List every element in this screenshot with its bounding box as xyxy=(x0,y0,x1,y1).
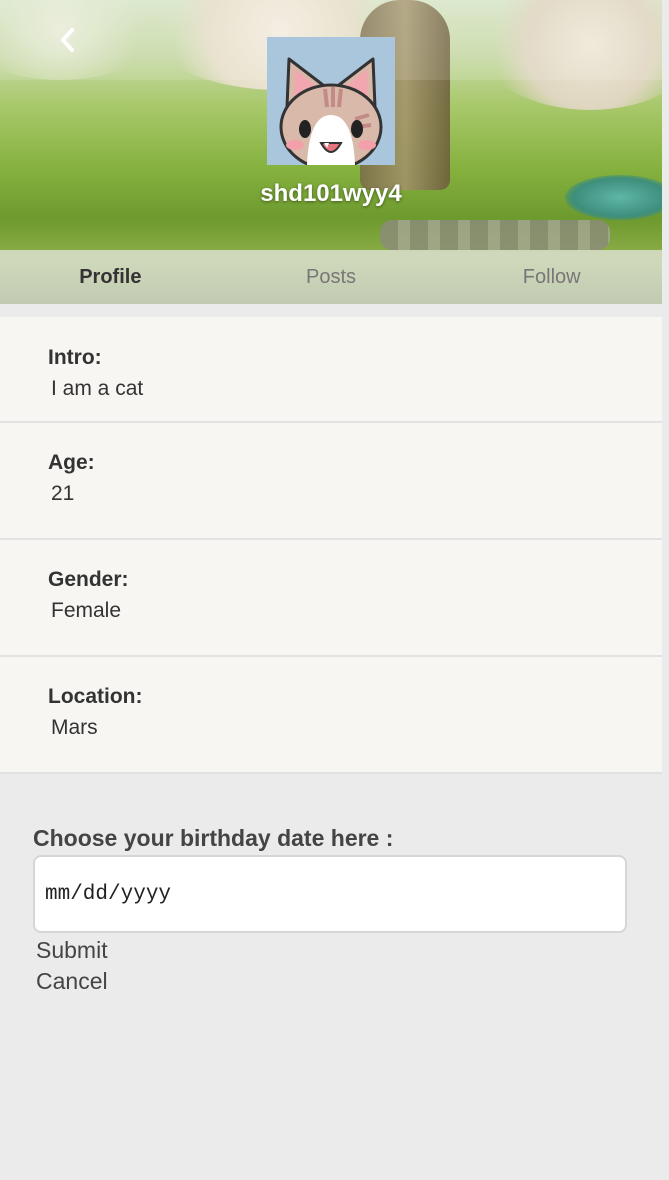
intro-label: Intro: xyxy=(48,346,102,369)
cancel-button[interactable]: Cancel xyxy=(36,968,108,995)
tab-follow[interactable]: Follow xyxy=(441,250,662,304)
info-row-gender: Gender: Female xyxy=(0,540,662,657)
location-label: Location: xyxy=(48,685,143,708)
gender-label: Gender: xyxy=(48,568,129,591)
username: shd101wyy4 xyxy=(260,180,402,207)
age-label: Age: xyxy=(48,451,95,474)
submit-button[interactable]: Submit xyxy=(36,937,108,964)
birthday-form: Choose your birthday date here : mm/dd/y… xyxy=(0,795,662,1180)
tab-posts[interactable]: Posts xyxy=(221,250,442,304)
profile-banner: shd101wyy4 Profile Posts Follow xyxy=(0,0,662,304)
info-row-age: Age: 21 xyxy=(0,423,662,540)
location-value: Mars xyxy=(51,716,98,739)
back-button[interactable] xyxy=(52,22,82,58)
info-row-intro: Intro: I am a cat xyxy=(0,317,662,423)
tab-profile[interactable]: Profile xyxy=(0,250,221,304)
gender-value: Female xyxy=(51,599,122,622)
cat-avatar-icon xyxy=(279,57,383,165)
profile-info-list: Intro: I am a cat Age: 21 Gender: Female… xyxy=(0,317,662,774)
birthday-date-input[interactable]: mm/dd/yyyy xyxy=(33,855,627,933)
age-value: 21 xyxy=(51,482,75,505)
intro-value: I am a cat xyxy=(51,377,144,400)
birthday-label: Choose your birthday date here : xyxy=(33,825,394,851)
avatar[interactable] xyxy=(267,37,395,165)
info-row-location: Location: Mars xyxy=(0,657,662,774)
chevron-left-icon xyxy=(61,28,74,52)
date-placeholder: mm/dd/yyyy xyxy=(45,882,172,906)
banner-stone-wall xyxy=(380,220,610,250)
profile-tabs: Profile Posts Follow xyxy=(0,250,662,304)
